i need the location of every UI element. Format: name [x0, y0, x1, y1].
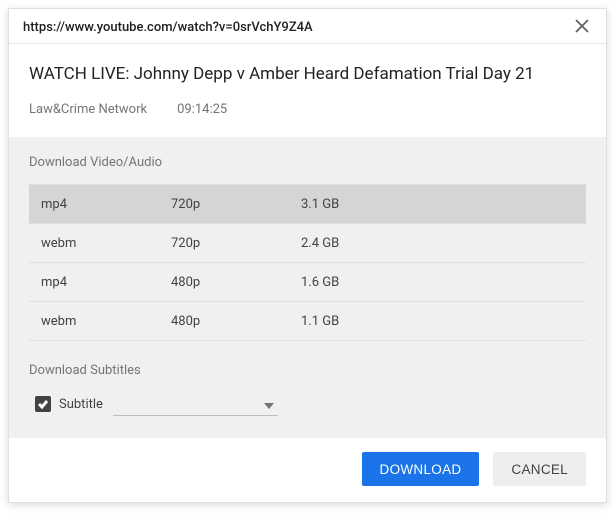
- format-row[interactable]: webm 720p 2.4 GB: [29, 224, 586, 263]
- quality-cell: 720p: [171, 197, 301, 212]
- subtitle-heading: Download Subtitles: [29, 363, 586, 378]
- format-cell: webm: [41, 236, 171, 251]
- format-cell: webm: [41, 314, 171, 329]
- format-row[interactable]: webm 480p 1.1 GB: [29, 302, 586, 341]
- download-dialog: https://www.youtube.com/watch?v=0srVchY9…: [8, 8, 607, 503]
- video-url: https://www.youtube.com/watch?v=0srVchY9…: [23, 20, 313, 35]
- subtitle-checkbox[interactable]: Subtitle: [35, 396, 103, 412]
- close-icon: [575, 18, 589, 37]
- download-section: Download Video/Audio mp4 720p 3.1 GB web…: [9, 137, 606, 438]
- size-cell: 2.4 GB: [301, 236, 574, 251]
- dialog-footer: DOWNLOAD CANCEL: [9, 438, 606, 502]
- video-duration: 09:14:25: [177, 102, 227, 117]
- size-cell: 1.1 GB: [301, 314, 574, 329]
- quality-cell: 480p: [171, 314, 301, 329]
- close-button[interactable]: [572, 17, 592, 37]
- size-cell: 1.6 GB: [301, 275, 574, 290]
- download-button[interactable]: DOWNLOAD: [362, 452, 480, 486]
- format-row[interactable]: mp4 720p 3.1 GB: [29, 185, 586, 224]
- dialog-content: WATCH LIVE: Johnny Depp v Amber Heard De…: [9, 44, 606, 137]
- chevron-down-icon: [264, 394, 274, 413]
- format-row[interactable]: mp4 480p 1.6 GB: [29, 263, 586, 302]
- quality-cell: 480p: [171, 275, 301, 290]
- subtitle-language-select[interactable]: [113, 392, 278, 416]
- quality-cell: 720p: [171, 236, 301, 251]
- format-list: mp4 720p 3.1 GB webm 720p 2.4 GB mp4 480…: [29, 184, 586, 341]
- format-cell: mp4: [41, 197, 171, 212]
- format-cell: mp4: [41, 275, 171, 290]
- download-heading: Download Video/Audio: [29, 155, 586, 170]
- subtitle-checkbox-label: Subtitle: [59, 397, 103, 412]
- cancel-button[interactable]: CANCEL: [493, 452, 586, 486]
- checkbox-icon: [35, 396, 51, 412]
- size-cell: 3.1 GB: [301, 197, 574, 212]
- subtitle-section: Download Subtitles Subtitle: [29, 363, 586, 416]
- dialog-header: https://www.youtube.com/watch?v=0srVchY9…: [9, 9, 606, 44]
- video-title: WATCH LIVE: Johnny Depp v Amber Heard De…: [29, 64, 586, 84]
- subtitle-row: Subtitle: [29, 392, 586, 416]
- channel-name: Law&Crime Network: [29, 102, 147, 117]
- video-meta: Law&Crime Network 09:14:25: [29, 102, 586, 117]
